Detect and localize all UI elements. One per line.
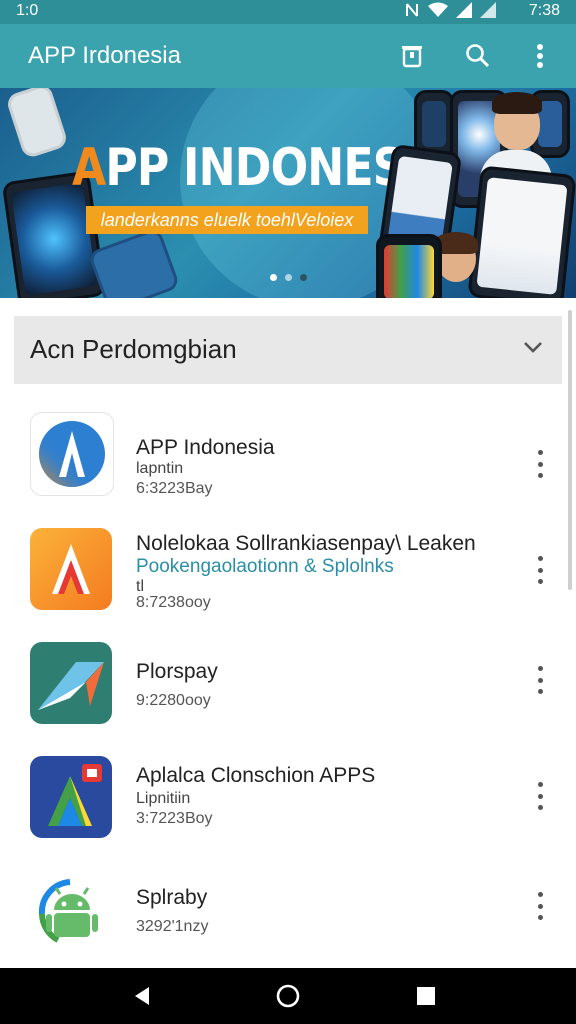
search-icon (466, 44, 490, 68)
more-vert-icon (537, 44, 543, 68)
pager-dot[interactable] (285, 274, 292, 281)
app-name: Plorspay (136, 660, 218, 683)
banner-tagline: landerkanns eluelk toehlVeloiex (86, 206, 368, 234)
app-name: Nolelokaa Sollrankiasenpay\ Leaken (136, 532, 476, 555)
signal-icon (456, 2, 472, 18)
app-name: Splraby (136, 886, 208, 909)
item-more-button[interactable] (528, 782, 552, 810)
back-button[interactable] (126, 980, 158, 1012)
app-meta: 6:3223Bay (136, 480, 213, 497)
person-image (492, 92, 542, 114)
pager-dot[interactable] (300, 274, 307, 281)
chevron-down-icon[interactable] (522, 336, 544, 358)
app-link[interactable]: Pookengaolaotionn & Splolnks (136, 556, 394, 578)
app-meta: 3292'1nzy (136, 918, 209, 935)
trash-button[interactable] (396, 40, 428, 72)
app-subtitle: Lipnitiin (136, 790, 191, 807)
android-icon (38, 879, 98, 943)
list-item[interactable]: Splraby 3292'1nzy (0, 862, 576, 972)
app-icon (30, 412, 114, 496)
item-more-button[interactable] (528, 892, 552, 920)
list-item[interactable]: APP Indonesia lapntin 6:3223Bay (0, 408, 576, 518)
app-meta: 8:7238ooy (136, 594, 211, 611)
app-name: Aplalca Clonschion APPS (136, 764, 376, 787)
section-header[interactable]: Acn Perdomgbian (14, 316, 562, 384)
home-button[interactable] (272, 980, 304, 1012)
status-time-left: 1:0 (16, 2, 39, 19)
item-more-button[interactable] (528, 450, 552, 478)
promo-banner[interactable]: APP INDONESIA landerkanns eluelk toehlVe… (0, 88, 576, 298)
banner-title-accent: A (72, 138, 106, 198)
system-nav-bar (0, 968, 576, 1024)
app-meta: 9:2280ooy (136, 692, 211, 709)
app-subtitle: lapntin (136, 460, 184, 477)
trash-icon (402, 46, 422, 68)
item-more-button[interactable] (528, 556, 552, 584)
banner-phone-image (376, 234, 442, 298)
battery-icon (480, 2, 496, 18)
section-title: Acn Perdomgbian (30, 334, 237, 364)
app-name: APP Indonesia (136, 436, 275, 459)
search-button[interactable] (462, 40, 494, 72)
app-title: APP Irdonesia (28, 42, 181, 69)
back-icon (135, 987, 149, 1005)
recents-button[interactable] (410, 980, 442, 1012)
list-item[interactable]: Aplalca Clonschion APPS Lipnitiin 3:7223… (0, 748, 576, 858)
app-icon (30, 528, 112, 610)
app-meta: 3:7223Boy (136, 810, 213, 827)
app-icon (30, 870, 112, 952)
status-icons (404, 2, 496, 18)
list-item[interactable]: Plorspay 9:2280ooy (0, 634, 576, 744)
banner-phone-image (467, 165, 576, 298)
pager-dot[interactable] (270, 274, 277, 281)
status-time-right: 7:38 (528, 2, 560, 19)
recents-icon (417, 987, 435, 1005)
banner-pager-dots[interactable] (270, 274, 307, 281)
app-bar: APP Irdonesia (0, 24, 576, 88)
app-icon (30, 756, 112, 838)
app-icon (30, 642, 112, 724)
banner-phone-image (87, 226, 181, 298)
item-more-button[interactable] (528, 666, 552, 694)
nfc-icon (406, 3, 418, 17)
wifi-icon (428, 2, 448, 17)
list-item[interactable]: Nolelokaa Sollrankiasenpay\ Leaken Pooke… (0, 522, 576, 632)
banner-phone-image (4, 88, 70, 160)
status-bar: 1:0 7:38 (0, 0, 576, 24)
home-icon (276, 984, 300, 1008)
overflow-menu-button[interactable] (524, 40, 556, 72)
